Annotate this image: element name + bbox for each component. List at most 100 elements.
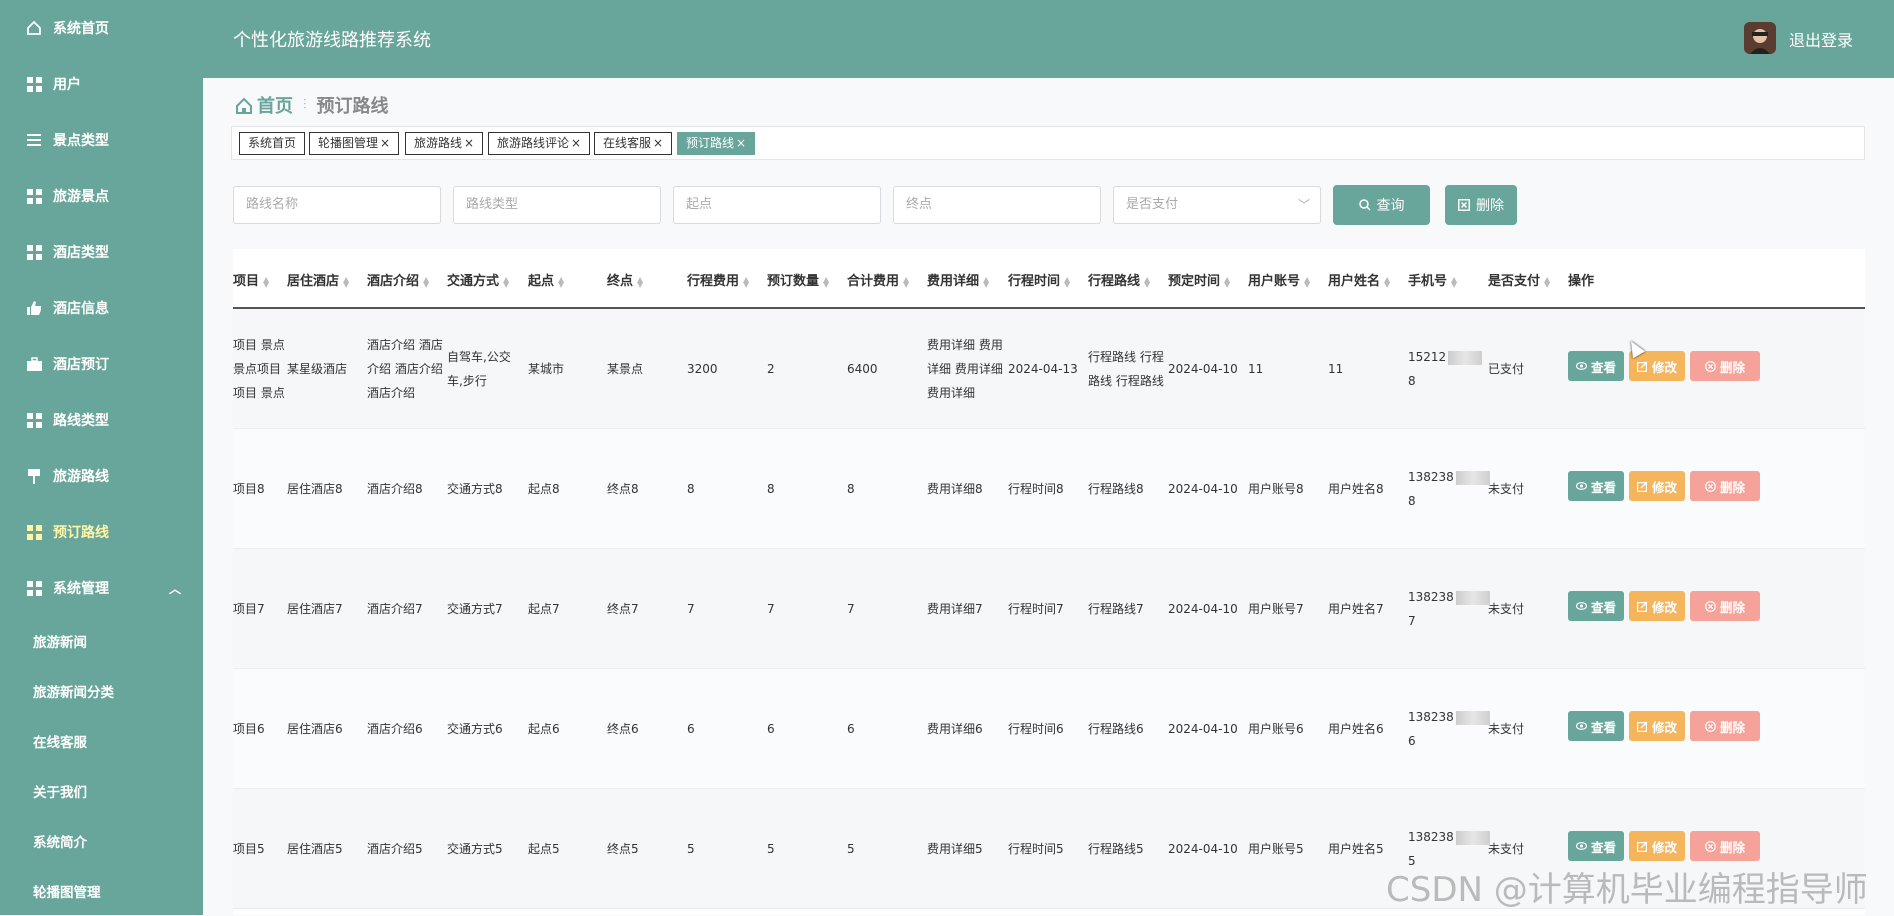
tag-service[interactable]: 在线客服 ×	[594, 132, 673, 155]
column-header[interactable]: 终点 ▲ ▼	[607, 270, 645, 289]
sort-icon[interactable]: ▲ ▼	[1304, 275, 1312, 288]
view-button[interactable]: 查看	[1568, 591, 1624, 621]
edit-button[interactable]: 修改	[1629, 591, 1685, 621]
sort-icon[interactable]: ▲ ▼	[1144, 275, 1152, 288]
column-header[interactable]: 居住酒店 ▲ ▼	[287, 270, 351, 289]
app-title: 个性化旅游线路推荐系统	[233, 30, 431, 51]
sidebar-item-system[interactable]: 系统管理 ︿	[0, 560, 203, 616]
sort-icon[interactable]: ▲ ▼	[1384, 275, 1392, 288]
sidebar-subitem-about[interactable]: 关于我们	[0, 766, 203, 816]
sidebar-item-routes[interactable]: 旅游路线	[0, 448, 203, 504]
route-type-input[interactable]: 路线类型	[453, 186, 661, 224]
delete-button[interactable]: 删除	[1690, 351, 1760, 381]
delete-button-label: 删除	[1719, 599, 1745, 615]
column-header[interactable]: 行程时间 ▲ ▼	[1008, 270, 1072, 289]
sidebar-item-home[interactable]: 系统首页	[0, 0, 203, 56]
close-icon[interactable]: ×	[653, 136, 663, 150]
sort-icon[interactable]: ▲ ▼	[558, 275, 566, 288]
view-button-label: 查看	[1590, 839, 1616, 855]
sort-icon[interactable]: ▲ ▼	[503, 275, 511, 288]
sidebar-item-users[interactable]: 用户	[0, 56, 203, 112]
delete-button[interactable]: 删除	[1690, 591, 1760, 621]
sort-icon[interactable]: ▲ ▼	[823, 275, 831, 288]
table-cell: 6	[847, 717, 855, 741]
thumb-icon	[26, 300, 42, 316]
delete-button[interactable]: 删除	[1690, 711, 1760, 741]
column-header[interactable]: 预定时间 ▲ ▼	[1168, 270, 1232, 289]
sidebar-item-spots[interactable]: 旅游景点	[0, 168, 203, 224]
query-button[interactable]: 查询	[1333, 185, 1430, 225]
column-header[interactable]: 行程费用 ▲ ▼	[687, 270, 751, 289]
view-button[interactable]: 查看	[1568, 831, 1624, 861]
sort-icon[interactable]: ▲ ▼	[343, 275, 351, 288]
edit-button[interactable]: 修改	[1629, 711, 1685, 741]
cell-text: 终点5	[607, 842, 639, 856]
close-icon[interactable]: ×	[380, 136, 390, 150]
cell-text: 居住酒店6	[287, 722, 343, 736]
cell-text: 某星级酒店	[287, 362, 348, 376]
view-button[interactable]: 查看	[1568, 711, 1624, 741]
sort-icon[interactable]: ▲ ▼	[423, 275, 431, 288]
end-input[interactable]: 终点	[893, 186, 1101, 224]
sidebar-item-spot-types[interactable]: 景点类型	[0, 112, 203, 168]
sidebar-subitem-intro[interactable]: 系统简介	[0, 816, 203, 866]
sidebar-item-route-booking[interactable]: 预订路线	[0, 504, 203, 560]
tag-route-comments[interactable]: 旅游路线评论 ×	[488, 132, 591, 155]
column-header[interactable]: 费用详细 ▲ ▼	[927, 270, 991, 289]
sort-icon[interactable]: ▲ ▼	[1544, 275, 1552, 288]
start-input[interactable]: 起点	[673, 186, 881, 224]
sort-icon[interactable]: ▲ ▼	[1064, 275, 1072, 288]
close-icon[interactable]: ×	[736, 136, 746, 150]
tag-home[interactable]: 系统首页	[239, 132, 306, 155]
sort-icon[interactable]: ▲ ▼	[1451, 275, 1459, 288]
edit-button[interactable]: 修改	[1629, 831, 1685, 861]
table-row: 项目 景点 景点项目 项目 景点 某星级酒店 酒店介绍 酒店 介绍 酒店介绍 酒店介绍 自驾车…	[233, 309, 1865, 429]
tag-route-booking[interactable]: 预订路线 ×	[677, 132, 756, 155]
column-header[interactable]: 用户姓名 ▲ ▼	[1328, 270, 1392, 289]
sidebar-item-hotel-booking[interactable]: 酒店预订	[0, 336, 203, 392]
sidebar-subitem-carousel[interactable]: 轮播图管理	[0, 866, 203, 916]
tag-routes[interactable]: 旅游路线 ×	[405, 132, 484, 155]
close-icon[interactable]: ×	[464, 136, 474, 150]
view-button[interactable]: 查看	[1568, 471, 1624, 501]
sort-icon[interactable]: ▲ ▼	[637, 275, 645, 288]
sidebar-subitem-news-category[interactable]: 旅游新闻分类	[0, 666, 203, 716]
briefcase-icon	[26, 356, 42, 372]
column-header[interactable]: 是否支付 ▲ ▼	[1488, 270, 1552, 289]
phone-suffix: 8	[1408, 494, 1416, 508]
paid-select[interactable]: 是否支付 ﹀	[1113, 186, 1321, 224]
batch-delete-button[interactable]: 删除	[1445, 185, 1517, 225]
column-header[interactable]: 预订数量 ▲ ▼	[767, 270, 831, 289]
column-header[interactable]: 用户账号 ▲ ▼	[1248, 270, 1312, 289]
edit-button[interactable]: 修改	[1629, 471, 1685, 501]
close-icon[interactable]: ×	[571, 136, 581, 150]
column-header[interactable]: 酒店介绍 ▲ ▼	[367, 270, 431, 289]
sort-icon[interactable]: ▲ ▼	[743, 275, 751, 288]
delete-button[interactable]: 删除	[1690, 471, 1760, 501]
sidebar-item-hotel-info[interactable]: 酒店信息	[0, 280, 203, 336]
column-header[interactable]: 手机号 ▲ ▼	[1408, 270, 1459, 289]
breadcrumb-home[interactable]: 首页	[257, 92, 293, 118]
delete-button[interactable]: 删除	[1690, 831, 1760, 861]
tag-carousel[interactable]: 轮播图管理 ×	[309, 132, 400, 155]
column-header[interactable]: 合计费用 ▲ ▼	[847, 270, 911, 289]
view-button[interactable]: 查看	[1568, 351, 1624, 381]
sidebar-item-hotel-types[interactable]: 酒店类型	[0, 224, 203, 280]
column-header[interactable]: 项目 ▲ ▼	[233, 270, 271, 289]
sidebar-item-route-types[interactable]: 路线类型	[0, 392, 203, 448]
column-header[interactable]: 起点 ▲ ▼	[528, 270, 566, 289]
cell-text: 用户账号6	[1248, 722, 1304, 736]
sort-icon[interactable]: ▲ ▼	[983, 275, 991, 288]
sidebar-subitem-news[interactable]: 旅游新闻	[0, 616, 203, 666]
sidebar-subitem-service[interactable]: 在线客服	[0, 716, 203, 766]
sort-icon[interactable]: ▲ ▼	[1224, 275, 1232, 288]
logout-link[interactable]: 退出登录	[1789, 27, 1853, 51]
column-header[interactable]: 交通方式 ▲ ▼	[447, 270, 511, 289]
column-header-label: 合计费用	[847, 274, 900, 289]
column-header[interactable]: 行程路线 ▲ ▼	[1088, 270, 1152, 289]
view-button-label: 查看	[1590, 359, 1616, 375]
avatar[interactable]	[1744, 22, 1776, 54]
sort-icon[interactable]: ▲ ▼	[263, 275, 271, 288]
sort-icon[interactable]: ▲ ▼	[903, 275, 911, 288]
route-name-input[interactable]: 路线名称	[233, 186, 441, 224]
